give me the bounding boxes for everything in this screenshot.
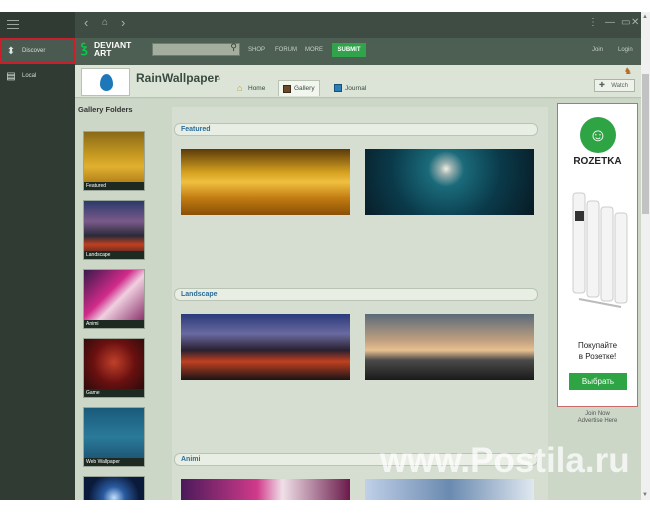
deviantart-logo[interactable]: ꝣ DEVIANT ART — [81, 40, 131, 58]
sidebar-item-local[interactable]: ▤ Local — [0, 64, 75, 88]
gallery-image-anime-girl[interactable] — [181, 479, 350, 500]
gallery-folders-title: Gallery Folders — [78, 105, 133, 114]
home-icon[interactable]: ⌂ — [102, 17, 108, 28]
profile-header: RainWallpaper ⌂ ⌂ Home Gallery Journal ♞… — [75, 65, 641, 98]
minimize-icon[interactable]: — — [605, 17, 615, 28]
water-drop-icon — [100, 74, 113, 91]
back-icon[interactable]: ‹ — [84, 15, 88, 30]
folder-thumb-game[interactable]: Game — [83, 338, 145, 398]
home-icon: ⌂ — [237, 83, 243, 93]
hamburger-menu-icon[interactable] — [7, 20, 19, 29]
rozetka-smile-icon: ☺ — [580, 117, 616, 153]
login-link[interactable]: Login — [618, 47, 633, 53]
search-icon[interactable]: ⚲ — [230, 42, 237, 53]
sidebar-item-label: Local — [22, 73, 37, 79]
ad-links: Join Now Advertise Here — [557, 411, 638, 425]
vertical-scrollbar[interactable]: ▲ ▼ — [641, 12, 650, 500]
gallery-icon — [283, 84, 291, 93]
tab-gallery[interactable]: Gallery — [278, 80, 320, 96]
deviantart-icon: ⬍ — [6, 45, 16, 57]
folder-thumb-landscape[interactable]: Landscape — [83, 200, 145, 260]
journal-icon — [334, 84, 342, 92]
folder-thumb-next[interactable] — [83, 476, 145, 500]
user-badge-icon: ⌂ — [215, 73, 220, 82]
sidebar: ⬍ Discover ▤ Local — [0, 12, 76, 500]
local-folder-icon: ▤ — [6, 70, 16, 82]
watch-icon: ✚ — [599, 82, 605, 89]
gallery-image-cherry-tree-lava[interactable] — [181, 314, 350, 380]
join-link[interactable]: Join — [592, 47, 603, 53]
deviantart-logo-icon: ꝣ — [81, 40, 88, 55]
forward-icon[interactable]: › — [121, 15, 125, 30]
username[interactable]: RainWallpaper — [136, 71, 219, 85]
submit-button[interactable]: SUBMIT — [332, 43, 366, 57]
gallery-image-moon-clouds[interactable] — [365, 149, 534, 215]
tab-journal[interactable]: Journal — [330, 80, 370, 96]
folder-thumb-web-wallpaper[interactable]: Web Wallpaper — [83, 407, 145, 467]
search-input[interactable]: ⚲ — [152, 42, 240, 56]
folder-thumb-animi[interactable]: Animi — [83, 269, 145, 329]
ad-brand: ROZETKA — [573, 156, 622, 167]
sidebar-item-label: Discover — [22, 48, 46, 54]
advertise-here-link[interactable]: Advertise Here — [557, 418, 638, 425]
llama-icon: ♞ — [623, 66, 632, 76]
gallery-content: Gallery Folders Featured Landscape Animi… — [75, 99, 641, 500]
title-bar: ‹ ⌂ › ⋮ — ▭ ✕ — [75, 12, 641, 38]
nav-more[interactable]: MORE — [305, 47, 323, 53]
join-now-link[interactable]: Join Now — [557, 411, 638, 418]
main-area: ‹ ⌂ › ⋮ — ▭ ✕ ꝣ DEVIANT ART ⚲ SHOP FORUM… — [75, 12, 641, 500]
scroll-up-icon[interactable]: ▲ — [642, 14, 648, 20]
nav-shop[interactable]: SHOP — [248, 47, 265, 53]
app-window: ⬍ Discover ▤ Local ‹ ⌂ › ⋮ — ▭ ✕ ꝣ DEVIA… — [0, 12, 641, 500]
scroll-down-icon[interactable]: ▼ — [642, 492, 648, 498]
gallery-image-autumn-park[interactable] — [181, 149, 350, 215]
ad-choose-button[interactable]: Выбрать — [569, 373, 627, 390]
sidebar-item-discover[interactable]: ⬍ Discover — [0, 38, 76, 64]
section-header-featured[interactable]: Featured — [174, 123, 538, 136]
folder-thumb-featured[interactable]: Featured — [83, 131, 145, 191]
gallery-image-anime-scene[interactable] — [365, 479, 534, 500]
watermark: www.Postila.ru — [380, 441, 630, 480]
scrollbar-thumb[interactable] — [642, 74, 649, 214]
maximize-icon[interactable]: ▭ — [621, 17, 630, 28]
oil-heater-image — [572, 192, 628, 308]
section-header-landscape[interactable]: Landscape — [174, 288, 538, 301]
advertisement-banner[interactable]: ☺ ROZETKA Покупайте в Розетке! Выбрать — [557, 103, 638, 407]
close-icon[interactable]: ✕ — [631, 17, 639, 28]
ad-text: Покупайте в Розетке! — [577, 341, 618, 361]
avatar[interactable] — [81, 68, 130, 96]
deviantart-header: ꝣ DEVIANT ART ⚲ SHOP FORUM MORE SUBMIT J… — [75, 38, 641, 65]
watch-button[interactable]: ✚ Watch — [594, 79, 635, 92]
nav-forum[interactable]: FORUM — [275, 47, 297, 53]
gallery-image-sunset-sea[interactable] — [365, 314, 534, 380]
tab-home[interactable]: ⌂ Home — [233, 80, 269, 96]
more-options-icon[interactable]: ⋮ — [588, 17, 598, 28]
